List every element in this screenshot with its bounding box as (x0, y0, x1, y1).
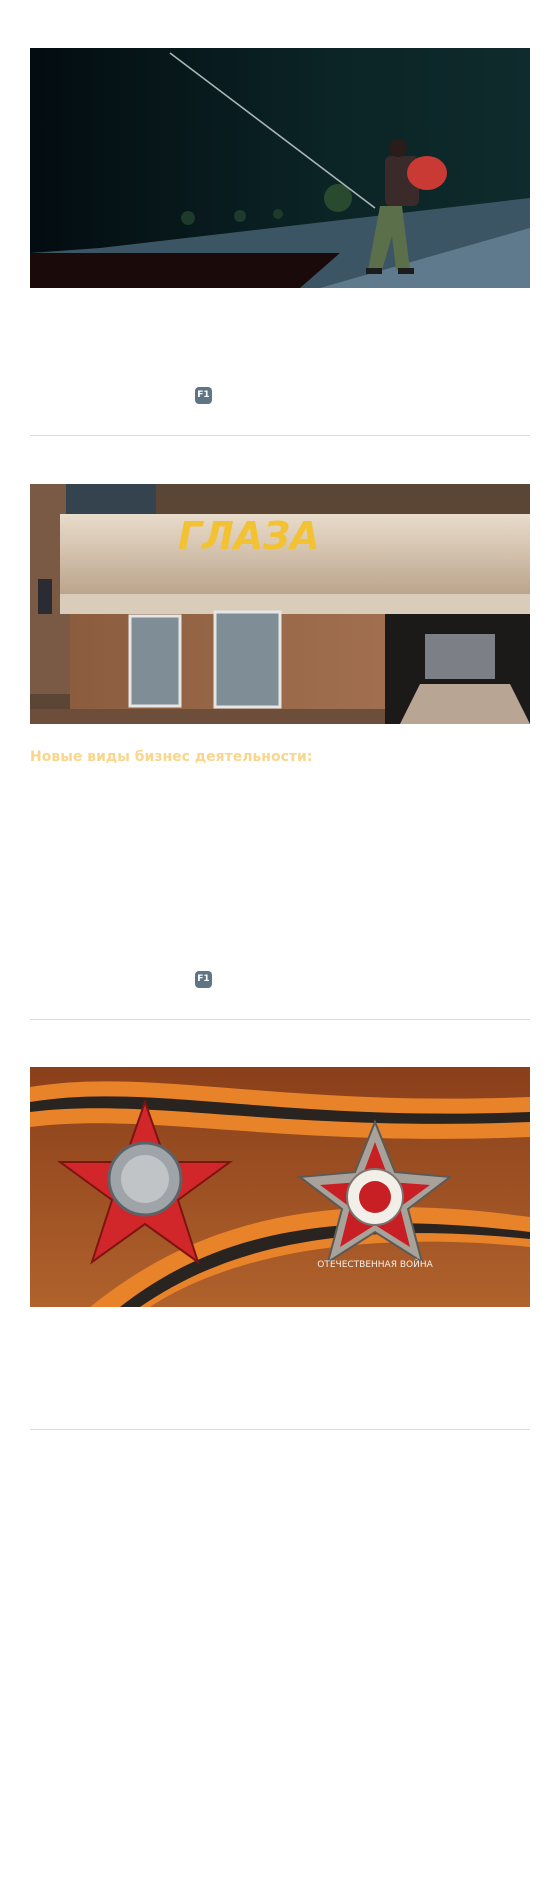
post-image-shop: ГЛАЗА (30, 484, 530, 724)
post-divider (30, 435, 530, 436)
medal-inscription: ОТЕЧЕСТВЕННАЯ ВОЙНА (317, 1258, 433, 1270)
post-image-medals: ОТЕЧЕСТВЕННАЯ ВОЙНА (30, 1067, 530, 1307)
hotkey-badge: F1 (195, 387, 212, 404)
post-subheading: Новые виды бизнес деятельности: (30, 749, 313, 765)
fishing-scene (30, 48, 530, 288)
hotkey-badge: F1 (195, 971, 212, 988)
shop-sign: ГЛАЗА (178, 514, 320, 558)
post-image-fishing (30, 48, 530, 288)
post-divider (30, 1429, 530, 1430)
post-divider (30, 1019, 530, 1020)
shop-building-scene: ГЛАЗА (30, 484, 530, 724)
war-orders-photo: ОТЕЧЕСТВЕННАЯ ВОЙНА (30, 1067, 530, 1307)
